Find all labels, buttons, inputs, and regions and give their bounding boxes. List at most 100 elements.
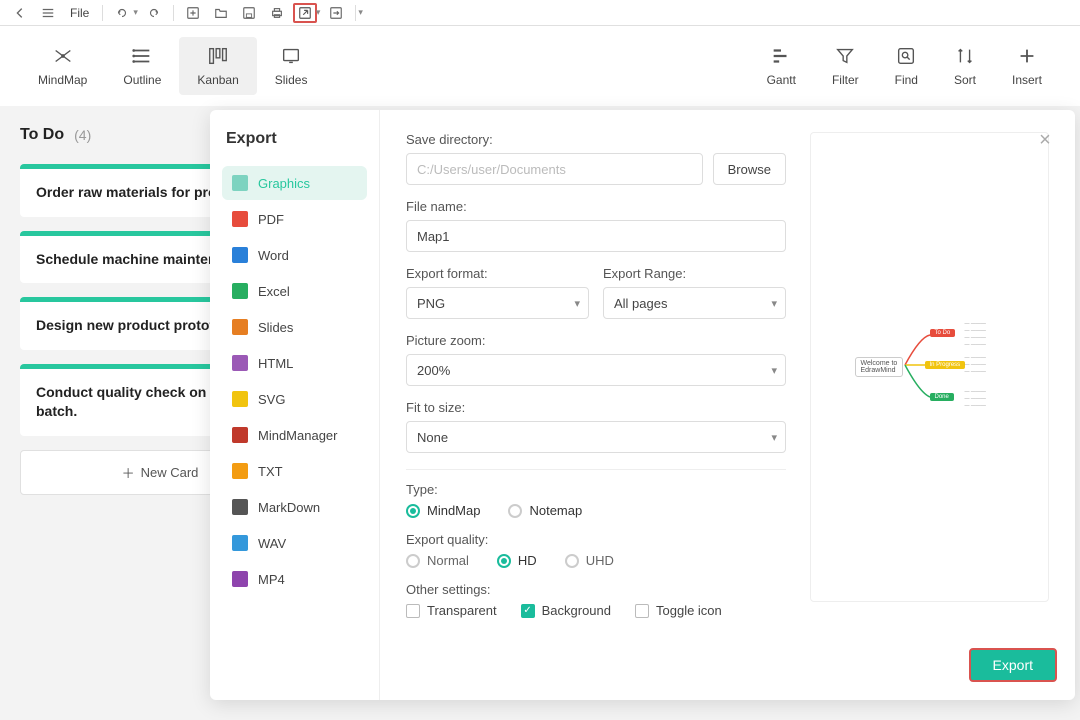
export-format-select[interactable]: PNG xyxy=(406,287,589,319)
tool-sort[interactable]: Sort xyxy=(936,37,994,95)
other-settings-label: Other settings: xyxy=(406,582,786,597)
type-mindmap-radio[interactable]: MindMap xyxy=(406,503,480,518)
tool-sort-label: Sort xyxy=(954,73,976,87)
view-mindmap[interactable]: MindMap xyxy=(20,37,105,95)
format-mp4[interactable]: MP4 xyxy=(222,562,367,596)
close-icon[interactable]: × xyxy=(1033,128,1057,152)
save-icon[interactable] xyxy=(237,3,261,23)
preview-center-node: Welcome to EdrawMind xyxy=(855,357,904,377)
new-icon[interactable] xyxy=(181,3,205,23)
export-icon[interactable] xyxy=(293,3,317,23)
view-slides[interactable]: Slides xyxy=(257,37,326,95)
back-icon[interactable] xyxy=(8,3,32,23)
tool-insert[interactable]: Insert xyxy=(994,37,1060,95)
view-kanban[interactable]: Kanban xyxy=(179,37,256,95)
picture-zoom-label: Picture zoom: xyxy=(406,333,786,348)
format-txt[interactable]: TXT xyxy=(222,454,367,488)
open-icon[interactable] xyxy=(209,3,233,23)
column-title: To Do xyxy=(20,126,64,144)
more-dropdown-icon[interactable]: ▾ xyxy=(358,7,363,18)
tool-filter[interactable]: Filter xyxy=(814,37,877,95)
file-name-input[interactable] xyxy=(406,220,786,252)
plus-icon: ＋ xyxy=(122,463,135,482)
format-slides[interactable]: Slides xyxy=(222,310,367,344)
redo-icon[interactable] xyxy=(142,3,166,23)
radio-unchecked-icon xyxy=(406,554,420,568)
view-outline-label: Outline xyxy=(123,73,161,87)
browse-button[interactable]: Browse xyxy=(713,153,786,185)
tool-find-label: Find xyxy=(895,73,918,87)
excel-icon xyxy=(232,283,248,299)
pdf-icon xyxy=(232,211,248,227)
quality-uhd-radio[interactable]: UHD xyxy=(565,553,614,568)
background-checkbox[interactable]: Background xyxy=(521,603,611,618)
word-icon xyxy=(232,247,248,263)
radio-unchecked-icon xyxy=(565,554,579,568)
export-dialog: Export Graphics PDF Word Excel Slides HT… xyxy=(210,110,1075,700)
format-excel[interactable]: Excel xyxy=(222,274,367,308)
quality-normal-radio[interactable]: Normal xyxy=(406,553,469,568)
radio-unchecked-icon xyxy=(508,504,522,518)
transparent-checkbox[interactable]: Transparent xyxy=(406,603,497,618)
share-icon[interactable] xyxy=(324,3,348,23)
preview-todo-node: To Do xyxy=(930,329,956,337)
menu-icon[interactable] xyxy=(36,3,60,23)
export-range-select[interactable]: All pages xyxy=(603,287,786,319)
fit-to-size-label: Fit to size: xyxy=(406,400,786,415)
format-wav[interactable]: WAV xyxy=(222,526,367,560)
new-card-label: New Card xyxy=(141,465,199,480)
tool-gantt[interactable]: Gantt xyxy=(749,37,814,95)
format-html[interactable]: HTML xyxy=(222,346,367,380)
format-word[interactable]: Word xyxy=(222,238,367,272)
preview-leaf: — ———— ———— ——— xyxy=(965,355,986,376)
svg-icon xyxy=(232,391,248,407)
checkbox-unchecked-icon xyxy=(635,604,649,618)
view-kanban-label: Kanban xyxy=(197,73,238,87)
file-menu[interactable]: File xyxy=(64,6,95,20)
preview-done-node: Done xyxy=(930,393,954,401)
format-mindmanager[interactable]: MindManager xyxy=(222,418,367,452)
quality-hd-radio[interactable]: HD xyxy=(497,553,537,568)
secondary-toolbar: MindMap Outline Kanban Slides Gantt Filt… xyxy=(0,26,1080,106)
radio-checked-icon xyxy=(497,554,511,568)
export-preview: Welcome to EdrawMind To Do In Progress D… xyxy=(810,132,1049,602)
format-graphics[interactable]: Graphics xyxy=(222,166,367,200)
tool-find[interactable]: Find xyxy=(877,37,936,95)
preview-leaf: — ———— ———— ———— ——— xyxy=(965,321,986,349)
print-icon[interactable] xyxy=(265,3,289,23)
mindmanager-icon xyxy=(232,427,248,443)
html-icon xyxy=(232,355,248,371)
column-count: (4) xyxy=(74,127,91,143)
slides-icon xyxy=(232,319,248,335)
wav-icon xyxy=(232,535,248,551)
preview-progress-node: In Progress xyxy=(925,361,966,369)
dialog-title: Export xyxy=(222,130,367,148)
picture-zoom-select[interactable]: 200% xyxy=(406,354,786,386)
dialog-main: Save directory: Browse File name: Export… xyxy=(380,110,1075,700)
save-dir-input[interactable] xyxy=(406,153,703,185)
type-label: Type: xyxy=(406,482,786,497)
export-format-label: Export format: xyxy=(406,266,589,281)
tool-gantt-label: Gantt xyxy=(767,73,796,87)
checkbox-unchecked-icon xyxy=(406,604,420,618)
markdown-icon xyxy=(232,499,248,515)
view-outline[interactable]: Outline xyxy=(105,37,179,95)
format-svg[interactable]: SVG xyxy=(222,382,367,416)
export-dropdown-icon[interactable]: ▾ xyxy=(316,7,321,18)
format-pdf[interactable]: PDF xyxy=(222,202,367,236)
radio-checked-icon xyxy=(406,504,420,518)
view-slides-label: Slides xyxy=(275,73,308,87)
preview-leaf: — ———— ———— ——— xyxy=(965,389,986,410)
export-range-label: Export Range: xyxy=(603,266,786,281)
type-notemap-radio[interactable]: Notemap xyxy=(508,503,582,518)
toggle-icon-checkbox[interactable]: Toggle icon xyxy=(635,603,722,618)
export-button[interactable]: Export xyxy=(969,648,1057,682)
txt-icon xyxy=(232,463,248,479)
quality-label: Export quality: xyxy=(406,532,786,547)
fit-to-size-select[interactable]: None xyxy=(406,421,786,453)
save-dir-label: Save directory: xyxy=(406,132,786,147)
format-markdown[interactable]: MarkDown xyxy=(222,490,367,524)
tool-insert-label: Insert xyxy=(1012,73,1042,87)
undo-icon[interactable] xyxy=(110,3,134,23)
undo-dropdown-icon[interactable]: ▾ xyxy=(133,7,138,18)
